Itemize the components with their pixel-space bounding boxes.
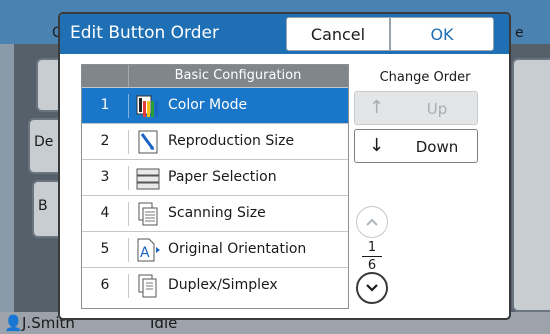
- row-divider: [128, 130, 129, 154]
- list-row-scanning-size[interactable]: 4 Scanning Size: [82, 195, 348, 231]
- list-row-reproduction-size[interactable]: 2 Reproduction Size: [82, 123, 348, 159]
- chevron-down-icon: [366, 284, 378, 292]
- row-divider: [128, 166, 129, 190]
- original-orientation-icon: A: [137, 238, 160, 262]
- page-fraction-bar: [362, 256, 382, 257]
- scanning-size-icon: [138, 202, 158, 226]
- reproduction-size-icon: [138, 130, 158, 154]
- color-mode-icon: [136, 95, 158, 117]
- row-label: Original Orientation: [168, 241, 307, 257]
- list-row-paper-selection[interactable]: 3 Paper Selection: [82, 159, 348, 195]
- list-row-duplex-simplex[interactable]: 6 Duplex/Simplex: [82, 267, 348, 303]
- list-header: Basic Configuration: [82, 65, 348, 87]
- row-number: 5: [100, 241, 110, 257]
- move-down-label: Down: [415, 138, 459, 156]
- move-up-label: Up: [426, 100, 448, 118]
- row-label: Color Mode: [168, 97, 248, 113]
- row-number: 2: [100, 133, 110, 149]
- background-fragment: De: [34, 134, 54, 150]
- background-fragment: B: [38, 198, 48, 214]
- row-divider: [128, 238, 129, 262]
- button-order-list: Basic Configuration 1 Color Mode 2 Repro…: [81, 64, 349, 309]
- paper-selection-icon: [136, 168, 160, 190]
- row-divider: [128, 274, 129, 298]
- row-number: 4: [100, 205, 110, 221]
- move-down-button[interactable]: ↓ Down: [354, 129, 478, 163]
- duplex-simplex-icon: [138, 274, 157, 298]
- row-number: 6: [100, 277, 110, 293]
- arrow-up-icon: ↑: [369, 97, 385, 118]
- scroll-up-button[interactable]: [356, 206, 388, 238]
- row-label: Paper Selection: [168, 169, 277, 185]
- row-number: 3: [100, 169, 110, 185]
- svg-text:A: A: [140, 245, 150, 261]
- background-button: [512, 58, 550, 312]
- row-label: Reproduction Size: [168, 133, 295, 149]
- total-pages: 6: [367, 258, 377, 273]
- row-divider: [128, 202, 129, 226]
- arrow-down-icon: ↓: [369, 135, 385, 156]
- list-row-color-mode[interactable]: 1 Color Mode: [82, 87, 348, 123]
- list-row-original-orientation[interactable]: 5 A Original Orientation: [82, 231, 348, 267]
- current-page: 1: [367, 240, 377, 255]
- row-label: Scanning Size: [168, 205, 266, 221]
- page-indicator: 1 6: [360, 240, 384, 273]
- list-header-label: Basic Configuration: [174, 68, 302, 83]
- dialog-title-bar: Edit Button Order Cancel OK: [60, 14, 509, 54]
- dialog-title: Edit Button Order: [70, 23, 219, 43]
- list-header-number-column: [82, 65, 129, 87]
- row-label: Duplex/Simplex: [168, 277, 278, 293]
- row-divider: [128, 94, 129, 118]
- user-icon: 👤: [4, 314, 23, 332]
- row-number: 1: [100, 97, 110, 113]
- ok-button[interactable]: OK: [390, 17, 494, 51]
- background-sidebar: [0, 44, 14, 314]
- chevron-up-icon: [366, 218, 378, 226]
- move-up-button[interactable]: ↑ Up: [354, 91, 478, 125]
- change-order-label: Change Order: [379, 70, 471, 85]
- scroll-down-button[interactable]: [356, 272, 388, 304]
- background-fragment: e: [515, 25, 524, 41]
- cancel-button[interactable]: Cancel: [286, 17, 390, 51]
- edit-button-order-dialog: Edit Button Order Cancel OK Basic Config…: [58, 12, 511, 320]
